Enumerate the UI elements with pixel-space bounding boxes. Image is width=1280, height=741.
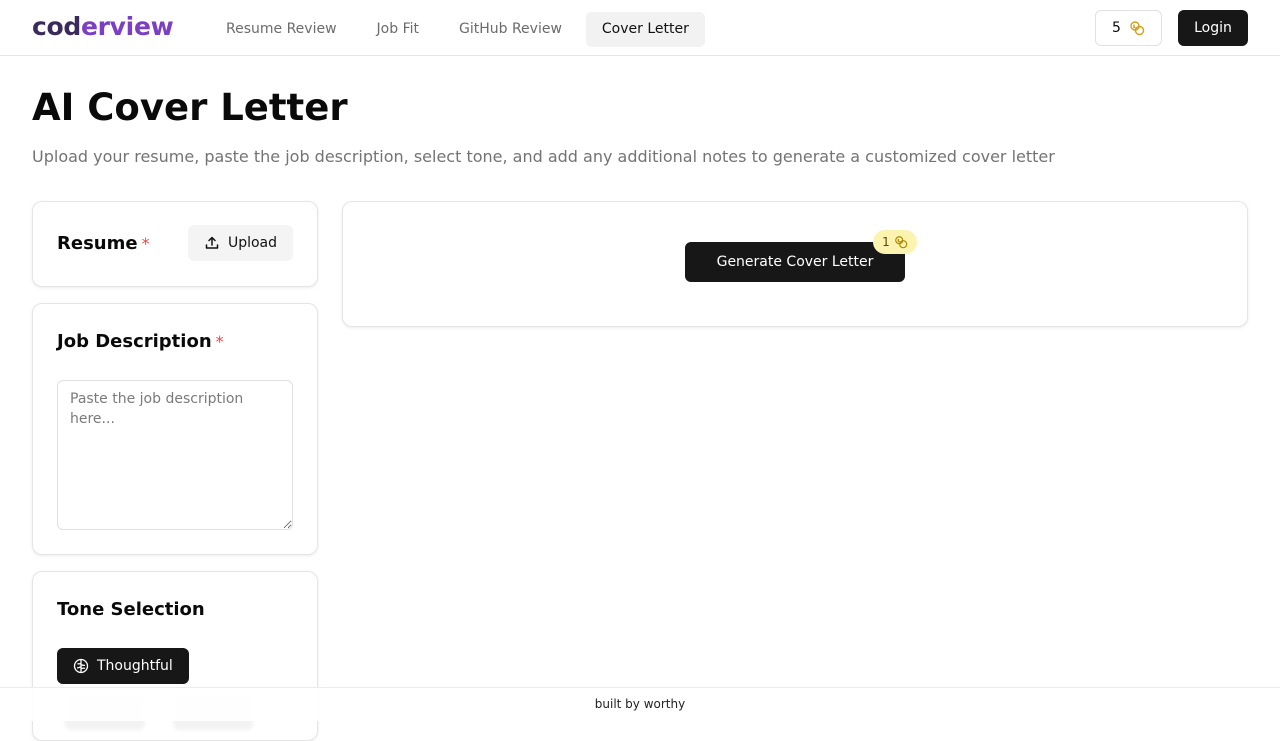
upload-button[interactable]: Upload (188, 225, 293, 261)
nav-github-review[interactable]: GitHub Review (443, 12, 578, 47)
resume-title: Resume * (57, 232, 150, 256)
page-subtitle: Upload your resume, paste the job descri… (32, 147, 1055, 166)
upload-icon (204, 235, 220, 251)
job-description-label: Job Description (57, 331, 212, 352)
job-description-title: Job Description * (57, 330, 224, 354)
footer: built by worthy (0, 687, 1280, 721)
credit-cost-badge: 1 (873, 230, 917, 254)
tone-option-thoughtful[interactable]: Thoughtful (57, 648, 189, 684)
login-button[interactable]: Login (1178, 10, 1248, 46)
job-description-input[interactable] (57, 380, 293, 530)
resume-card: Resume * Upload (32, 201, 318, 287)
job-description-card: Job Description * (32, 303, 318, 555)
page-title: AI Cover Letter (32, 86, 348, 129)
main-nav: Resume Review Job Fit GitHub Review Cove… (210, 12, 705, 47)
required-mark: * (141, 234, 150, 253)
credits-balance[interactable]: 5 (1095, 10, 1162, 46)
header: coderview Resume Review Job Fit GitHub R… (0, 0, 1280, 56)
tone-title: Tone Selection (57, 599, 205, 620)
brain-icon (73, 658, 89, 674)
nav-job-fit[interactable]: Job Fit (361, 12, 435, 47)
nav-resume-review[interactable]: Resume Review (210, 12, 353, 47)
output-card: Generate Cover Letter 1 (342, 201, 1248, 327)
tone-option-label: Thoughtful (97, 658, 173, 674)
credit-cost: 1 (882, 235, 890, 249)
generate-cover-letter-button[interactable]: Generate Cover Letter (685, 242, 905, 282)
nav-cover-letter[interactable]: Cover Letter (585, 12, 705, 47)
logo[interactable]: coderview (32, 11, 174, 43)
resume-title-label: Resume (57, 233, 138, 254)
coins-icon (1129, 20, 1145, 36)
upload-label: Upload (227, 235, 278, 251)
logo-part-2: erview (81, 12, 174, 41)
coins-icon (894, 235, 908, 249)
credits-count: 5 (1112, 20, 1121, 36)
logo-part-1: cod (32, 12, 81, 41)
required-mark: * (215, 332, 224, 351)
